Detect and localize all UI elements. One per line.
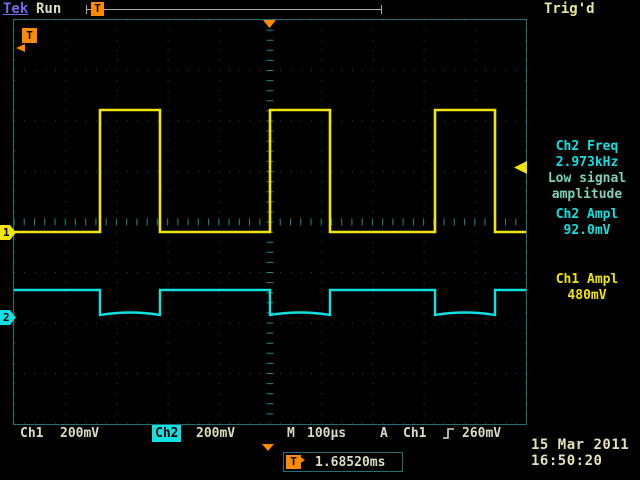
tek-logo: Tek [3, 1, 28, 17]
trigger-offscreen-marker: T [22, 28, 37, 43]
oscilloscope-screen: Tek Run T Trig'd T 1 2 Ch2 Freq 2.973kHz… [0, 0, 640, 480]
measurement-ch1-ampl: Ch1 Ampl 480mV [534, 272, 640, 304]
measurement-label: Ch2 Freq [534, 139, 640, 155]
ch1-label: Ch1 [20, 424, 43, 443]
warning-line-2: amplitude [534, 187, 640, 203]
measurement-label: Ch1 Ampl [534, 272, 640, 288]
record-trigger-marker-icon: T [91, 2, 104, 16]
ch2-label-badge: Ch2 [152, 425, 181, 442]
record-bar-line [86, 9, 382, 10]
delay-value: 1.68520ms [315, 455, 385, 470]
measurement-warning: Low signal amplitude [534, 171, 640, 203]
waveform-display [14, 20, 526, 424]
delay-marker-icon [262, 444, 274, 451]
trigger-source: Ch1 [403, 424, 426, 443]
time-display: 16:50:20 [531, 453, 602, 469]
rising-edge-icon [442, 427, 456, 446]
delay-trigger-marker-icon: T [286, 455, 301, 469]
trigger-status: Trig'd [544, 1, 595, 17]
graticule: T [13, 19, 527, 425]
ch2-volts-per-div: 200mV [196, 424, 235, 443]
measurement-value: 92.0mV [534, 223, 640, 239]
delay-arrow-icon [299, 456, 305, 464]
ch1-volts-per-div: 200mV [60, 424, 99, 443]
record-view-bar: T [86, 2, 382, 16]
measurement-ch2-freq: Ch2 Freq 2.973kHz [534, 139, 640, 171]
measurement-ch2-ampl: Ch2 Ampl 92.0mV [534, 207, 640, 239]
timebase-value: 100μs [307, 424, 346, 443]
warning-line-1: Low signal [534, 171, 640, 187]
date-display: 15 Mar 2011 [531, 437, 629, 453]
record-bar-right-tick [381, 5, 382, 14]
trigger-level-value: 260mV [462, 424, 501, 443]
acquisition-status: Run [36, 1, 61, 17]
trigger-mode-label: A [380, 424, 388, 443]
measurement-value: 480mV [534, 288, 640, 304]
delay-readout: T 1.68520ms [283, 452, 403, 472]
timebase-label: M [287, 424, 295, 443]
measurement-value: 2.973kHz [534, 155, 640, 171]
measurement-label: Ch2 Ampl [534, 207, 640, 223]
